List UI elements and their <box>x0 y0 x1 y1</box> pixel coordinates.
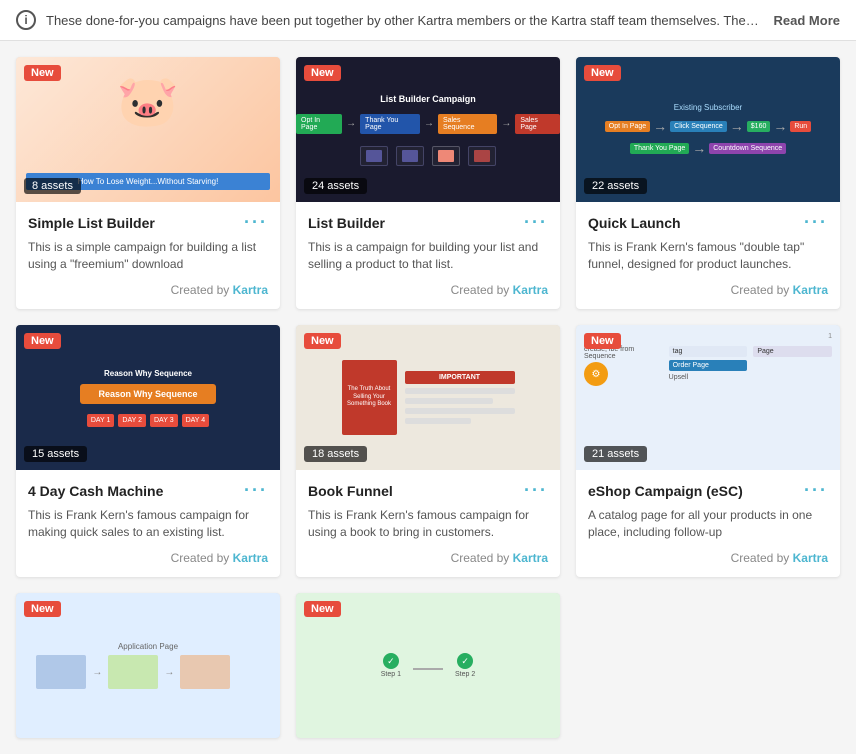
card-menu-icon[interactable]: ··· <box>804 212 828 233</box>
card-thumbnail: Reason Why Sequence Reason Why Sequence … <box>16 325 280 470</box>
card-menu-icon[interactable]: ··· <box>244 480 268 501</box>
card-thumbnail: Application Page → → New <box>16 593 280 738</box>
info-icon: i <box>16 10 36 30</box>
assets-badge: 18 assets <box>304 446 367 462</box>
card-thumbnail: ✓ Step 1 ✓ Step 2 New <box>296 593 560 738</box>
new-badge: New <box>24 65 61 81</box>
card-body: Simple List Builder ··· This is a simple… <box>16 202 280 309</box>
card-title: eShop Campaign (eSC) <box>588 483 743 499</box>
card-footer: Created by Kartra <box>588 551 828 565</box>
new-badge: New <box>584 333 621 349</box>
campaign-card-book-funnel[interactable]: The Truth About Selling Your Something B… <box>296 325 560 577</box>
card-title: Quick Launch <box>588 215 681 231</box>
card-description: This is Frank Kern's famous "double tap"… <box>588 239 828 273</box>
card-body: eShop Campaign (eSC) ··· A catalog page … <box>576 470 840 577</box>
card-menu-icon[interactable]: ··· <box>524 480 548 501</box>
card-body: List Builder ··· This is a campaign for … <box>296 202 560 309</box>
card-footer: Created by Kartra <box>308 551 548 565</box>
card-title: List Builder <box>308 215 385 231</box>
card-body: 4 Day Cash Machine ··· This is Frank Ker… <box>16 470 280 577</box>
card-thumbnail: 🐷 How To Lose Weight...Without Starving!… <box>16 57 280 202</box>
new-badge: New <box>24 601 61 617</box>
card-thumbnail: The Truth About Selling Your Something B… <box>296 325 560 470</box>
creator-link[interactable]: Kartra <box>513 551 548 565</box>
new-badge: New <box>304 601 341 617</box>
campaign-card-list-builder[interactable]: List Builder Campaign Opt In Page → Than… <box>296 57 560 309</box>
creator-link[interactable]: Kartra <box>513 283 548 297</box>
assets-badge: 22 assets <box>584 178 647 194</box>
campaign-card-eshop-campaign[interactable]: Cart A 1 crease, ibe from Sequence ⚙ tag… <box>576 325 840 577</box>
new-badge: New <box>584 65 621 81</box>
card-title-row: Book Funnel ··· <box>308 480 548 501</box>
assets-badge: 8 assets <box>24 178 81 194</box>
card-menu-icon[interactable]: ··· <box>804 480 828 501</box>
card-thumbnail: Cart A 1 crease, ibe from Sequence ⚙ tag… <box>576 325 840 470</box>
creator-link[interactable]: Kartra <box>233 551 268 565</box>
card-title-row: Quick Launch ··· <box>588 212 828 233</box>
new-badge: New <box>304 65 341 81</box>
campaign-card-4-day-cash-machine[interactable]: Reason Why Sequence Reason Why Sequence … <box>16 325 280 577</box>
info-bar: i These done-for-you campaigns have been… <box>0 0 856 41</box>
card-title-row: List Builder ··· <box>308 212 548 233</box>
new-badge: New <box>304 333 341 349</box>
info-text: These done-for-you campaigns have been p… <box>46 13 764 28</box>
new-badge: New <box>24 333 61 349</box>
card-thumbnail: Existing Subscriber Opt In Page → Click … <box>576 57 840 202</box>
card-description: This is Frank Kern's famous campaign for… <box>308 507 548 541</box>
read-more-button[interactable]: Read More <box>774 13 840 28</box>
card-menu-icon[interactable]: ··· <box>244 212 268 233</box>
card-title-row: eShop Campaign (eSC) ··· <box>588 480 828 501</box>
card-title-row: 4 Day Cash Machine ··· <box>28 480 268 501</box>
card-title: Simple List Builder <box>28 215 155 231</box>
assets-badge: 15 assets <box>24 446 87 462</box>
card-body: Quick Launch ··· This is Frank Kern's fa… <box>576 202 840 309</box>
card-body: Book Funnel ··· This is Frank Kern's fam… <box>296 470 560 577</box>
card-description: A catalog page for all your products in … <box>588 507 828 541</box>
card-description: This is a campaign for building your lis… <box>308 239 548 273</box>
campaigns-grid: 🐷 How To Lose Weight...Without Starving!… <box>0 41 856 754</box>
card-description: This is Frank Kern's famous campaign for… <box>28 507 268 541</box>
assets-badge: 21 assets <box>584 446 647 462</box>
assets-badge: 24 assets <box>304 178 367 194</box>
card-footer: Created by Kartra <box>28 283 268 297</box>
card-menu-icon[interactable]: ··· <box>524 212 548 233</box>
card-description: This is a simple campaign for building a… <box>28 239 268 273</box>
creator-link[interactable]: Kartra <box>233 283 268 297</box>
campaign-card-simple-list-builder[interactable]: 🐷 How To Lose Weight...Without Starving!… <box>16 57 280 309</box>
card-footer: Created by Kartra <box>28 551 268 565</box>
card-footer: Created by Kartra <box>308 283 548 297</box>
campaign-card-card-7[interactable]: Application Page → → New <box>16 593 280 738</box>
campaign-card-card-8[interactable]: ✓ Step 1 ✓ Step 2 New <box>296 593 560 738</box>
card-title-row: Simple List Builder ··· <box>28 212 268 233</box>
card-title: 4 Day Cash Machine <box>28 483 163 499</box>
card-footer: Created by Kartra <box>588 283 828 297</box>
card-thumbnail: List Builder Campaign Opt In Page → Than… <box>296 57 560 202</box>
campaign-card-quick-launch[interactable]: Existing Subscriber Opt In Page → Click … <box>576 57 840 309</box>
creator-link[interactable]: Kartra <box>793 551 828 565</box>
card-title: Book Funnel <box>308 483 393 499</box>
creator-link[interactable]: Kartra <box>793 283 828 297</box>
